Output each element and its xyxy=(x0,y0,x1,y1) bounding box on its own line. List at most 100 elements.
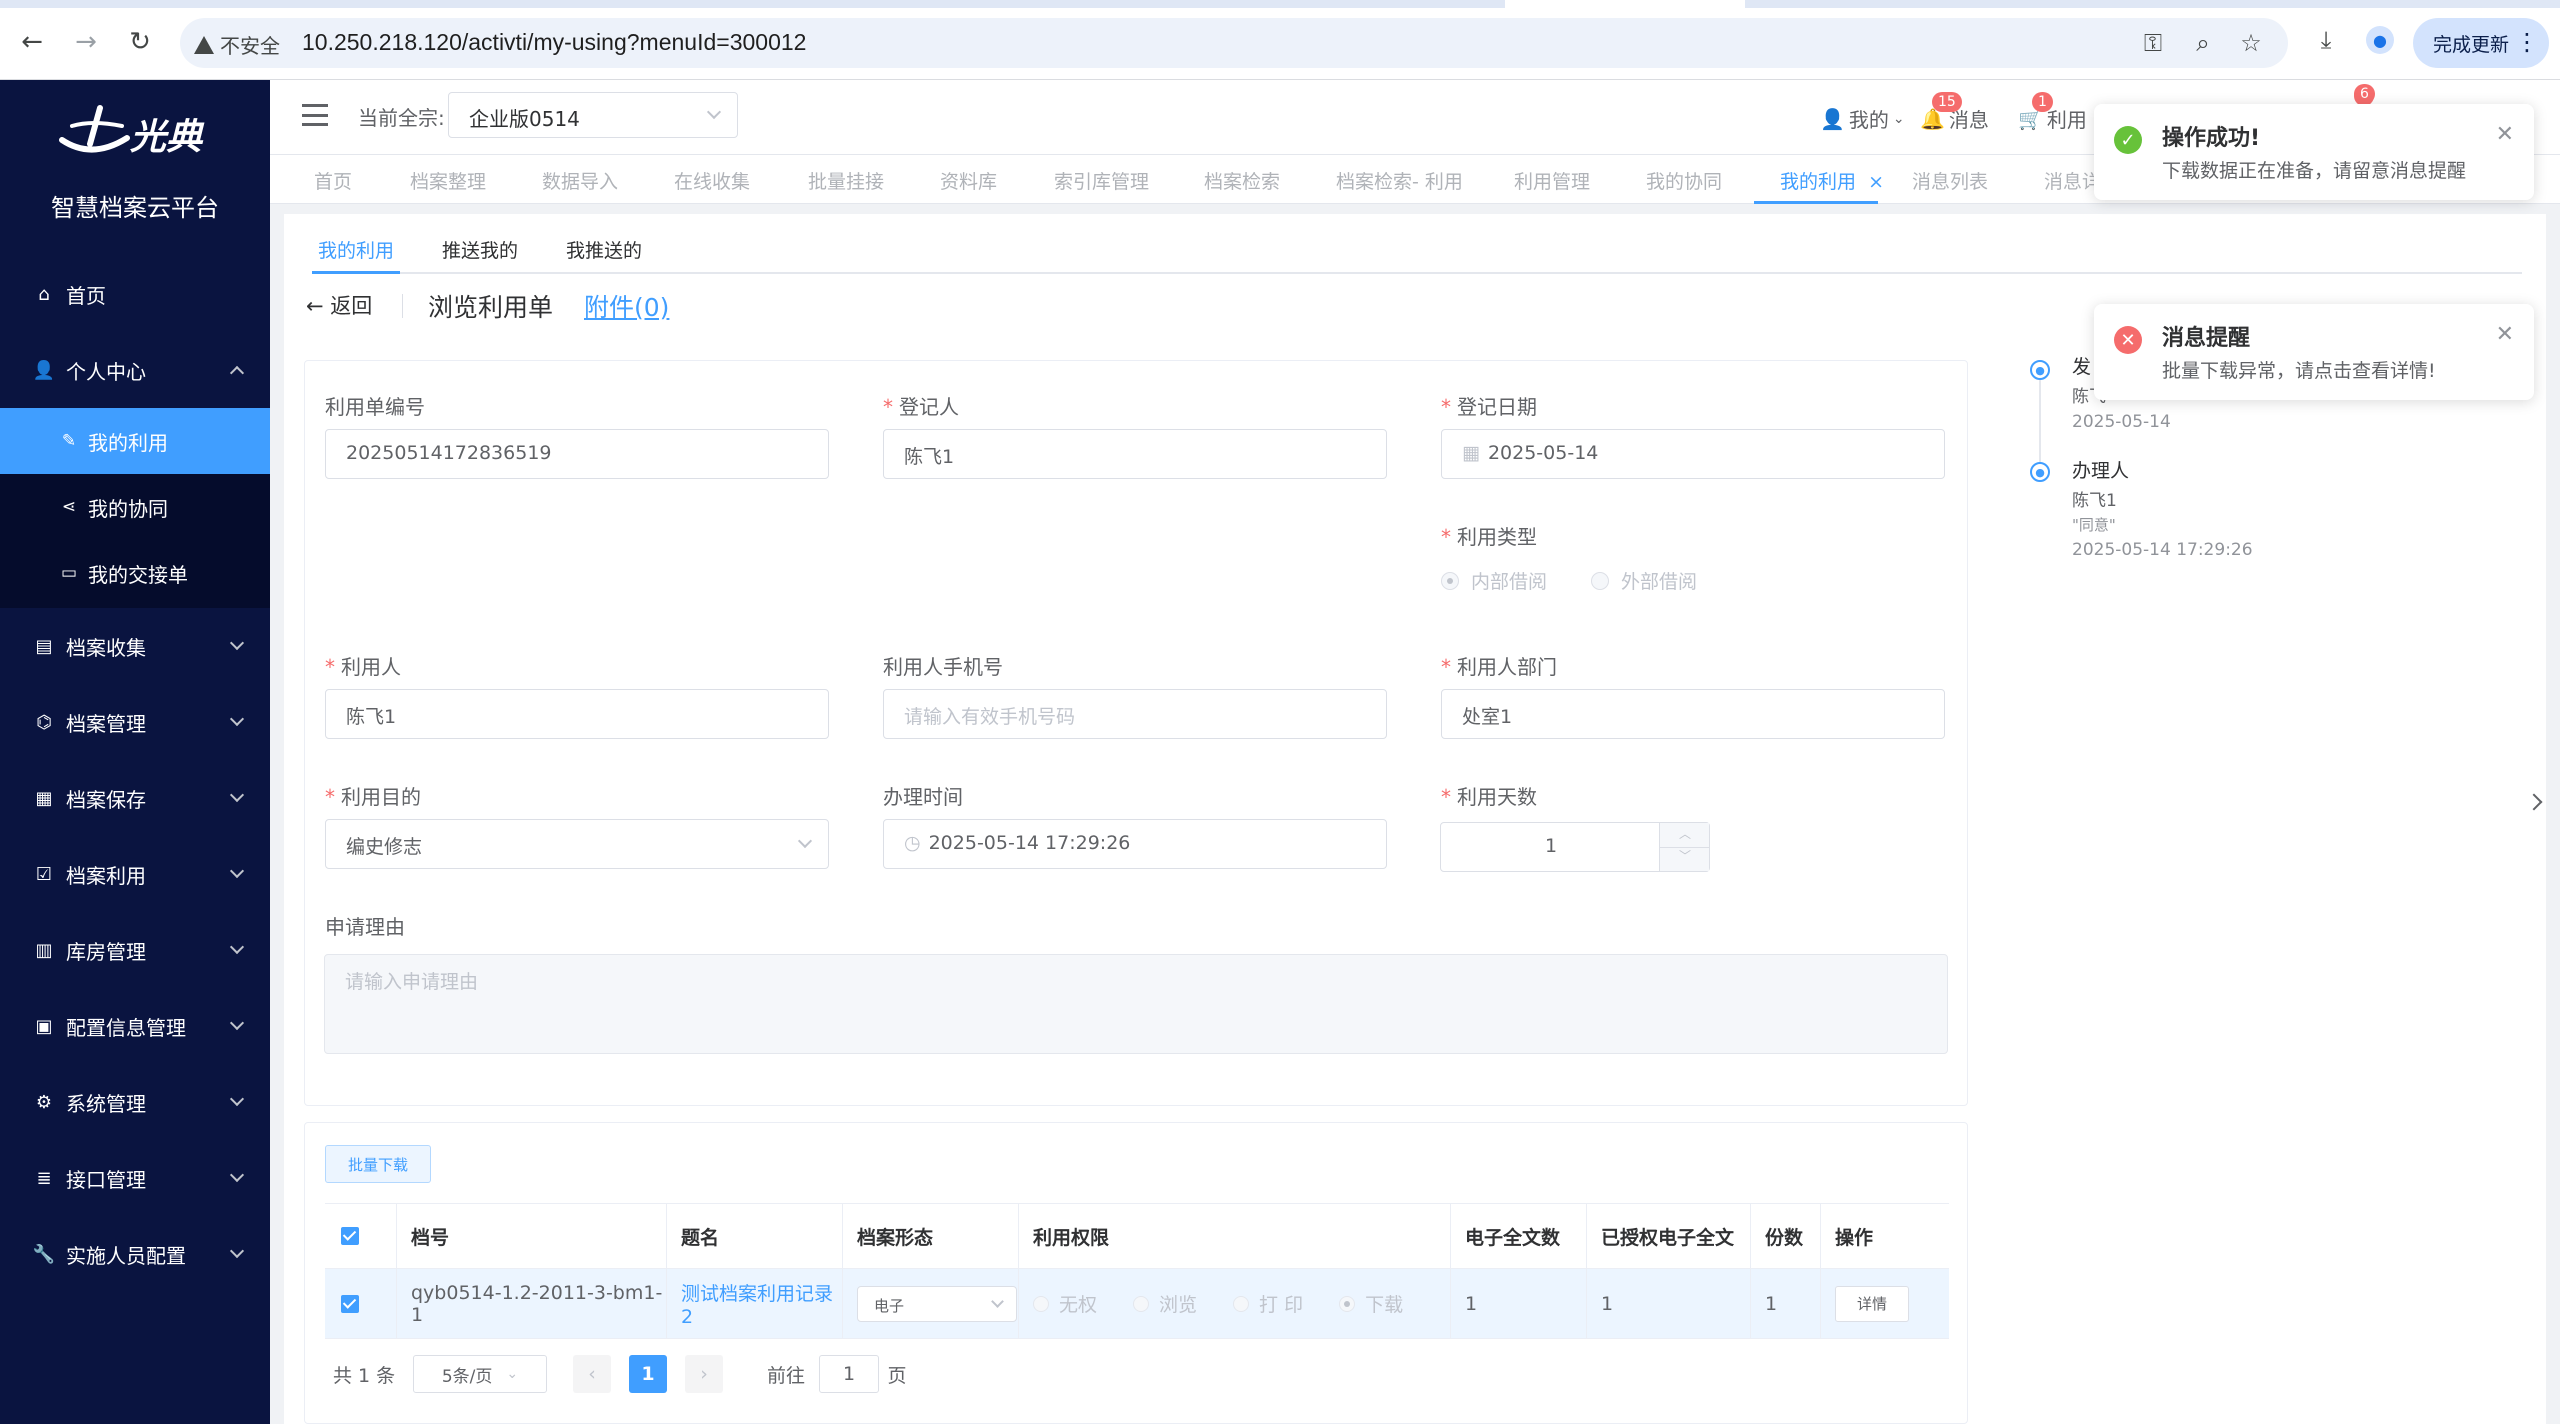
sidebar-item-implementer[interactable]: 🔧 实施人员配置 xyxy=(0,1224,270,1284)
my-menu[interactable]: 👤 我的 ⌄ xyxy=(1820,104,1905,133)
prev-page-button[interactable]: ‹ xyxy=(573,1355,611,1393)
toast-title: 消息提醒 xyxy=(2162,326,2251,351)
use-label: 利用 xyxy=(2046,108,2087,132)
tab-import[interactable]: 数据导入 xyxy=(542,167,618,194)
chevron-up-icon[interactable]: ︿ xyxy=(1679,825,1691,842)
error-toast[interactable]: ✕ 消息提醒 批量下载异常，请点击查看详情! ✕ xyxy=(2094,304,2534,400)
address-bar[interactable]: 不安全 10.250.218.120/activti/my-using?menu… xyxy=(180,18,2288,68)
sidebar-item-config[interactable]: ▣ 配置信息管理 xyxy=(0,996,270,1056)
sidebar-item-utilization[interactable]: ☑ 档案利用 xyxy=(0,844,270,904)
menu-toggle-icon[interactable] xyxy=(302,104,328,126)
sidebar-item-management[interactable]: ⌬ 档案管理 xyxy=(0,692,270,752)
timeline-line xyxy=(2039,374,2041,464)
update-button[interactable]: 完成更新 ⋮ xyxy=(2413,18,2549,68)
stepper-buttons[interactable]: ︿ ﹀ xyxy=(1659,823,1710,871)
reason-textarea[interactable]: 请输入申请理由 xyxy=(324,954,1948,1054)
back-arrow-icon[interactable]: ← xyxy=(16,26,48,58)
phone-field[interactable]: 请输入有效手机号码 xyxy=(883,689,1387,739)
batch-download-button[interactable]: 批量下载 xyxy=(325,1145,431,1183)
divider xyxy=(402,294,403,318)
sidebar-item-collection[interactable]: ▤ 档案收集 xyxy=(0,616,270,676)
subtab-my-use[interactable]: 我的利用 xyxy=(318,236,394,263)
perm-download-radio[interactable]: 下载 xyxy=(1339,1290,1403,1317)
tab-use-mgmt[interactable]: 利用管理 xyxy=(1514,167,1590,194)
perm-print-radio[interactable]: 打 印 xyxy=(1233,1290,1303,1317)
page-size-select[interactable]: 5条/页 ⌄ xyxy=(413,1355,547,1393)
sidebar-item-storage[interactable]: ▦ 档案保存 xyxy=(0,768,270,828)
purpose-select[interactable]: 编史修志 xyxy=(325,819,829,869)
tab-search-use[interactable]: 档案检索- 利用 xyxy=(1336,167,1463,194)
star-icon[interactable]: ☆ xyxy=(2238,29,2264,57)
form-select[interactable]: 电子 xyxy=(857,1285,1017,1322)
sidebar-item-label: 首页 xyxy=(66,283,106,308)
qz-select[interactable]: 企业版0514 xyxy=(448,92,738,138)
reload-icon[interactable]: ↻ xyxy=(124,26,156,58)
tab-my-use[interactable]: 我的利用 × xyxy=(1780,167,1884,194)
perm-view-radio[interactable]: 浏览 xyxy=(1133,1290,1197,1317)
select-all-checkbox[interactable] xyxy=(325,1204,397,1268)
row-checkbox[interactable] xyxy=(325,1269,397,1338)
tab-arrange[interactable]: 档案整理 xyxy=(410,167,486,194)
tab-home[interactable]: 首页 xyxy=(314,167,352,194)
use-type-external-radio[interactable]: 外部借阅 xyxy=(1591,567,1697,594)
sidebar-item-system[interactable]: ⚙ 系统管理 xyxy=(0,1072,270,1132)
dept-label: * 利用人部门 xyxy=(1441,655,1557,679)
detail-button[interactable]: 详情 xyxy=(1835,1285,1909,1322)
row-title-link[interactable]: 测试档案利用记录2 xyxy=(667,1269,843,1338)
use-type-internal-radio[interactable]: 内部借阅 xyxy=(1441,567,1547,594)
days-stepper[interactable]: 1 ︿ ﹀ xyxy=(1440,822,1710,872)
home-icon: ⌂ xyxy=(38,283,50,305)
timeline-step-date: 2025-05-14 17:29:26 xyxy=(2072,540,2253,560)
handle-time-field[interactable]: ◷ 2025-05-14 17:29:26 xyxy=(883,819,1387,869)
days-value: 1 xyxy=(1544,835,1558,857)
tab-index-mgmt[interactable]: 索引库管理 xyxy=(1054,167,1149,194)
tab-my-collab[interactable]: 我的协同 xyxy=(1646,167,1722,194)
tab-batch-attach[interactable]: 批量挂接 xyxy=(808,167,884,194)
subtab-pushed-to-me[interactable]: 推送我的 xyxy=(442,236,518,263)
page-1-button[interactable]: 1 xyxy=(629,1355,667,1393)
tab-search[interactable]: 档案检索 xyxy=(1204,167,1280,194)
url-text[interactable]: 10.250.218.120/activti/my-using?menuId=3… xyxy=(302,29,806,56)
sidebar-subitem-my-collab[interactable]: ⋖ 我的协同 xyxy=(0,474,270,540)
subtab-i-pushed[interactable]: 我推送的 xyxy=(566,236,642,263)
close-icon[interactable]: ✕ xyxy=(2496,122,2514,147)
registrar-field[interactable]: 陈飞1 xyxy=(883,429,1387,479)
dept-field[interactable]: 处室1 xyxy=(1441,689,1945,739)
goto-input[interactable]: 1 xyxy=(819,1355,879,1393)
user-label: * 利用人 xyxy=(325,655,401,679)
next-page-button[interactable]: › xyxy=(685,1355,723,1393)
zoom-icon[interactable]: ⌕ xyxy=(2190,29,2216,57)
chevron-down-icon[interactable]: ﹀ xyxy=(1679,847,1691,864)
tab-message-list[interactable]: 消息列表 xyxy=(1912,167,1988,194)
attachment-link[interactable]: 附件(0) xyxy=(584,288,669,324)
sidebar-item-personal-center[interactable]: 👤 个人中心 xyxy=(0,340,270,400)
header-form: 档案形态 xyxy=(843,1204,1019,1268)
wrench-icon: 🔧 xyxy=(32,1243,56,1265)
perm-none-radio[interactable]: 无权 xyxy=(1033,1290,1097,1317)
reg-date-field[interactable]: ▦ 2025-05-14 xyxy=(1441,429,1945,479)
sidebar-item-interface[interactable]: ≣ 接口管理 xyxy=(0,1148,270,1208)
tab-online-collect[interactable]: 在线收集 xyxy=(674,167,750,194)
download-icon[interactable]: ⤓ xyxy=(2310,24,2342,56)
insecure-indicator[interactable]: 不安全 xyxy=(194,30,280,59)
sidebar-subitem-my-handover[interactable]: ▭ 我的交接单 xyxy=(0,540,270,606)
user-field[interactable]: 陈飞1 xyxy=(325,689,829,739)
chevron-down-icon xyxy=(229,711,245,727)
close-icon[interactable]: × xyxy=(1868,171,1884,193)
bill-no-field[interactable]: 20250514172836519 xyxy=(325,429,829,479)
sidebar-item-warehouse[interactable]: ▥ 库房管理 xyxy=(0,920,270,980)
use-cart-menu[interactable]: 🛒 利用 xyxy=(2018,104,2087,133)
profile-icon[interactable]: ● xyxy=(2364,24,2396,56)
forward-arrow-icon[interactable]: → xyxy=(70,26,102,58)
tab-library[interactable]: 资料库 xyxy=(940,167,997,194)
user-icon: 👤 xyxy=(1820,106,1845,131)
tab-message-detail[interactable]: 消息详 xyxy=(2044,167,2101,194)
close-icon[interactable]: ✕ xyxy=(2496,322,2514,347)
chevron-down-icon xyxy=(797,833,813,849)
key-icon[interactable]: ⚿ xyxy=(2140,29,2166,57)
sidebar-item-home[interactable]: ⌂ 首页 xyxy=(0,264,270,324)
sidebar-item-label: 档案利用 xyxy=(66,863,146,888)
header-permission: 利用权限 xyxy=(1019,1204,1451,1268)
sidebar-subitem-my-use[interactable]: ✎ 我的利用 xyxy=(0,408,270,474)
back-button[interactable]: ← 返回 xyxy=(306,290,372,320)
